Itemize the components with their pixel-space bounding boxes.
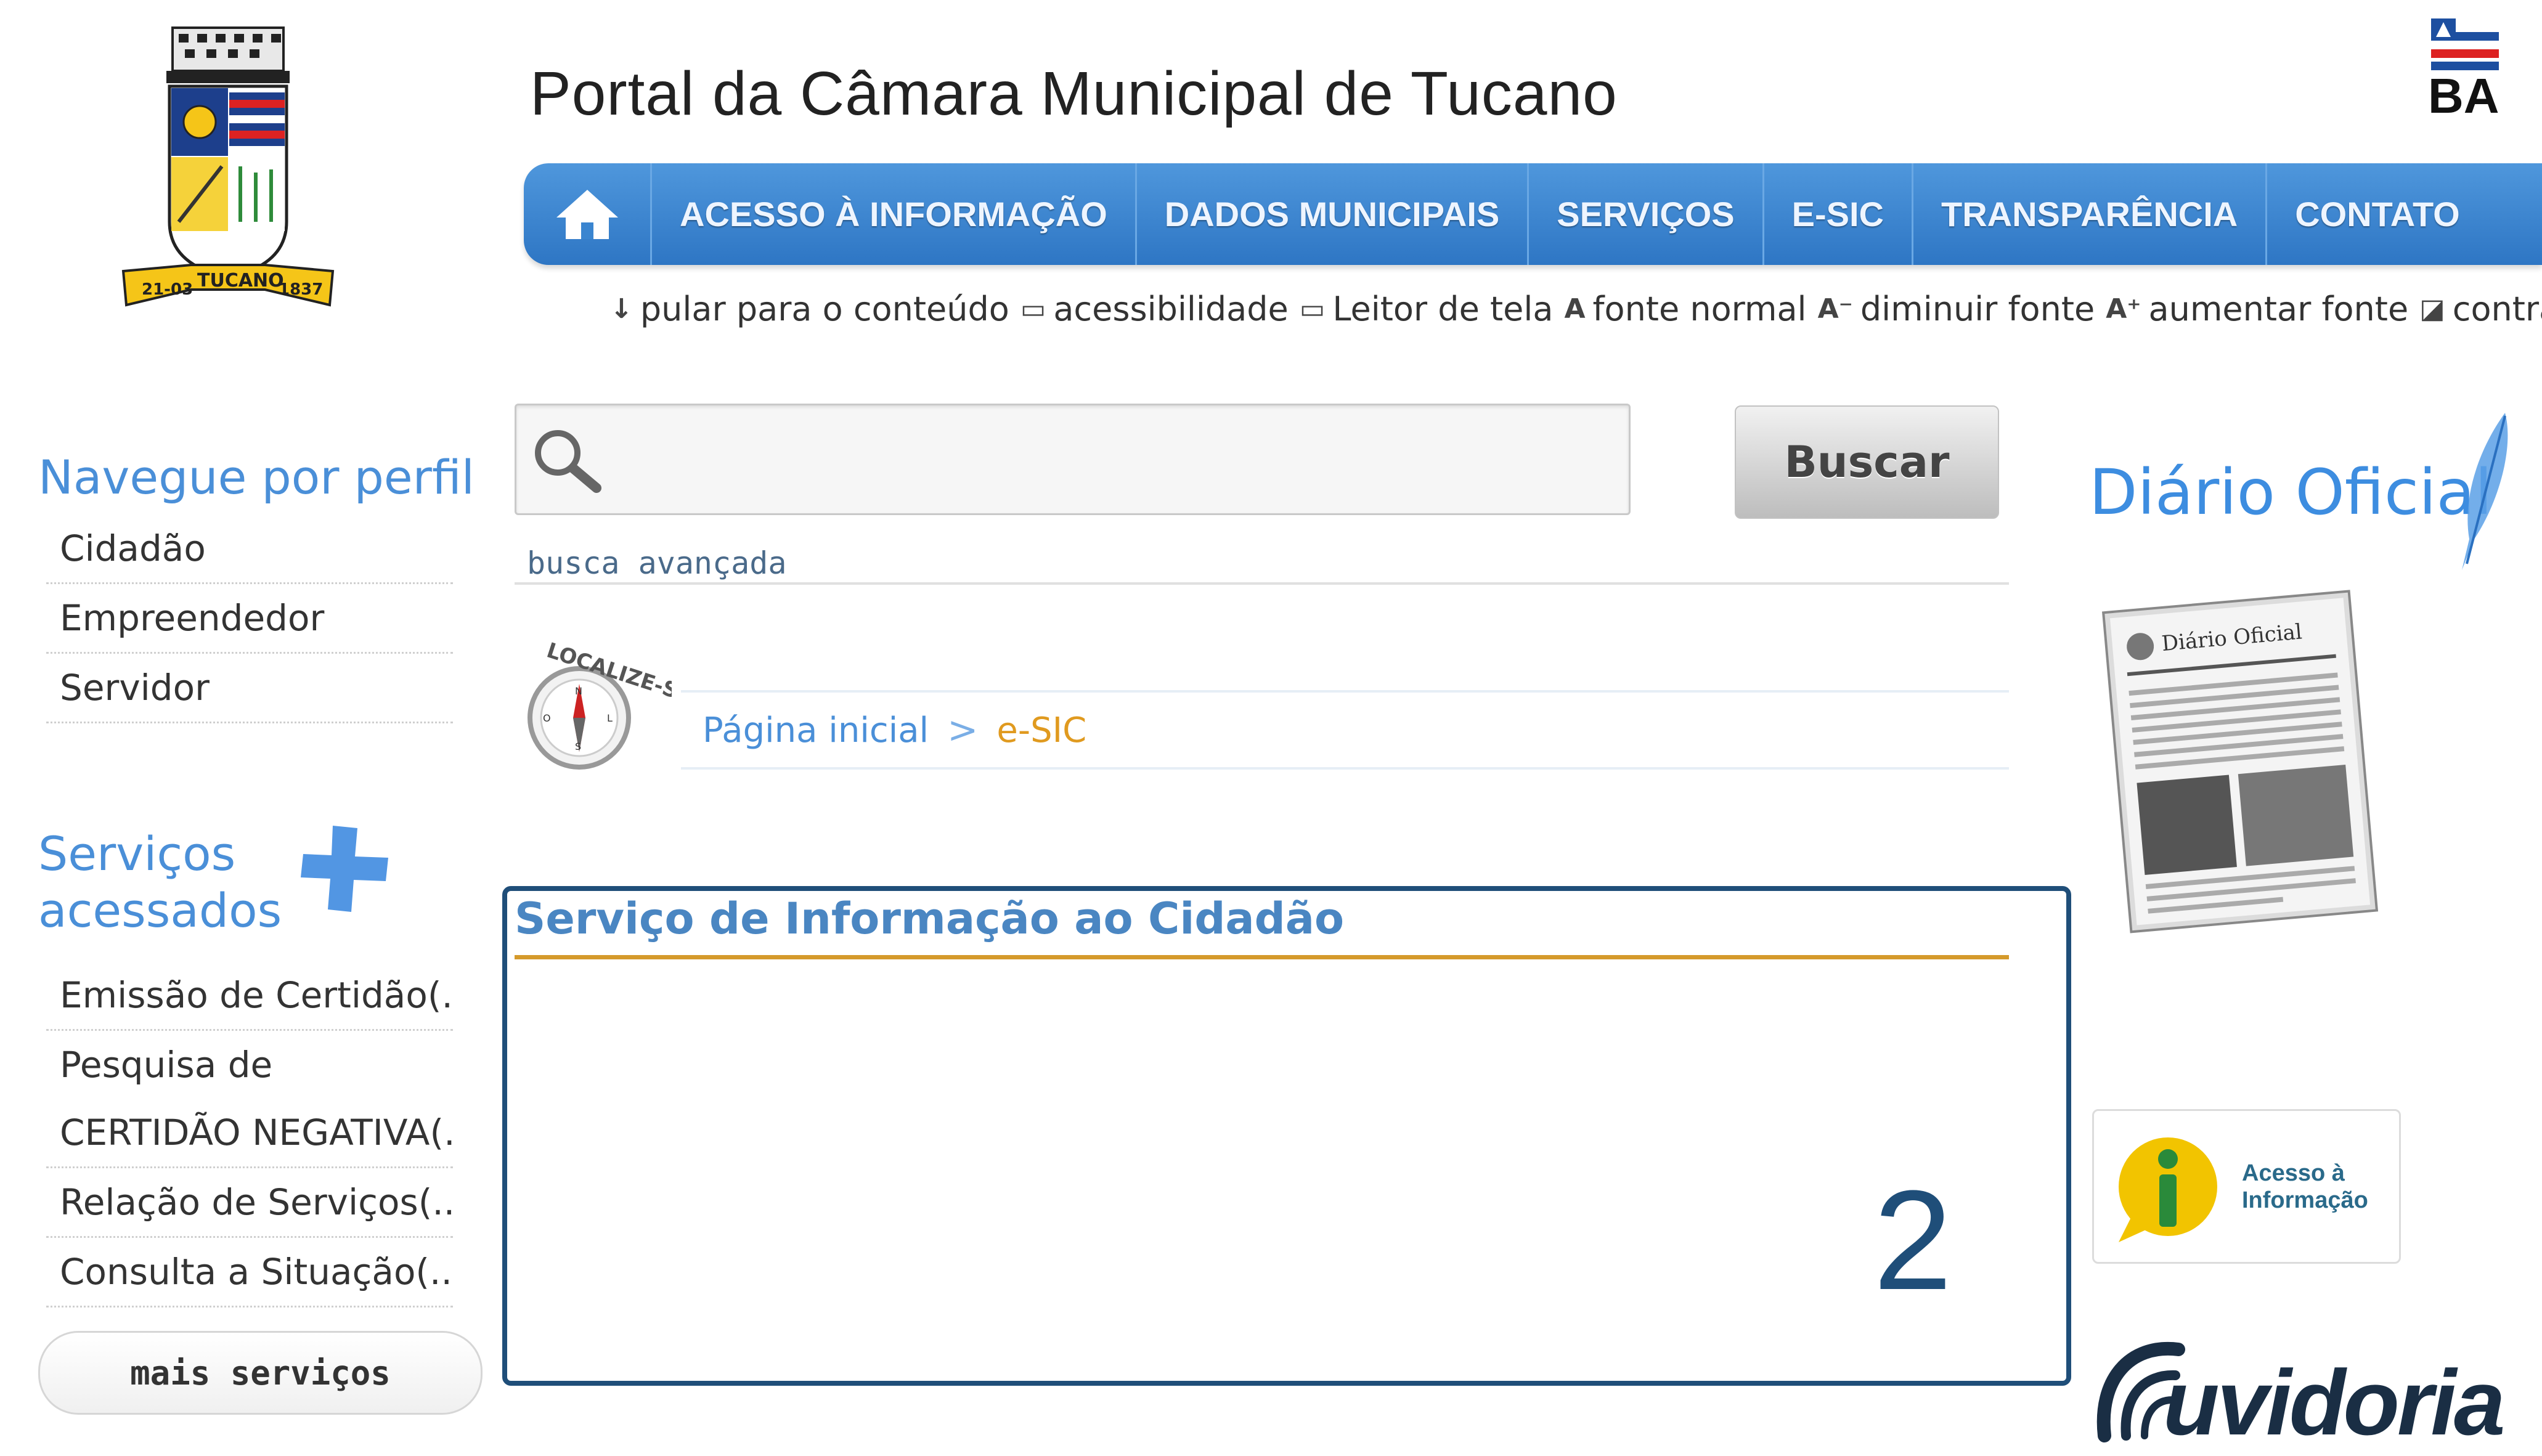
breadcrumb: Página inicial > e-SIC [703, 709, 1086, 752]
nav-home-button[interactable] [524, 163, 652, 265]
title-underline [515, 955, 2009, 959]
services-heading-line2: acessados [38, 883, 282, 938]
advanced-search-link[interactable]: busca avançada [527, 545, 786, 581]
arrow-down-icon: ↓ [610, 293, 633, 325]
service-item[interactable]: Relação de Serviços(...) [46, 1168, 453, 1238]
nav-transparencia[interactable]: TRANSPARÊNCIA [1913, 163, 2268, 265]
nav-acesso-informacao[interactable]: ACESSO À INFORMAÇÃO [652, 163, 1137, 265]
contrast-link[interactable]: ◪ contraste [2419, 290, 2542, 328]
accessibility-label: acessibilidade [1053, 290, 1289, 328]
normal-font-label: fonte normal [1592, 290, 1807, 328]
svg-text:S: S [575, 741, 581, 752]
font-decrease-icon: A⁻ [1817, 293, 1853, 325]
monitor-icon: ▭ [1299, 293, 1326, 325]
skip-to-content-link[interactable]: ↓ pular para o conteúdo [610, 290, 1009, 328]
search-icon [535, 430, 601, 493]
acesso-informacao-text: Acesso à Informação [2242, 1160, 2368, 1214]
font-normal-icon: A [1564, 293, 1586, 325]
services-list: Emissão de Certidão(...) Pesquisa de CER… [46, 961, 453, 1308]
services-heading-line1: Serviços [38, 826, 236, 881]
acesso-informacao-badge[interactable]: Acesso à Informação [2092, 1109, 2401, 1264]
search-input[interactable] [515, 404, 1631, 515]
more-services-button[interactable]: mais serviços [38, 1331, 483, 1415]
breadcrumb-current: e-SIC [996, 710, 1087, 750]
breadcrumb-home-link[interactable]: Página inicial [703, 710, 929, 750]
monitor-icon: ▭ [1020, 293, 1046, 325]
service-item[interactable]: Consulta a Situação(...) [46, 1238, 453, 1308]
normal-font-link[interactable]: A fonte normal [1564, 290, 1806, 328]
profile-item-cidadao[interactable]: Cidadão [46, 514, 453, 584]
page-title: Serviço de Informação ao Cidadão [515, 893, 1345, 944]
profile-list: Cidadão Empreendedor Servidor [46, 514, 453, 723]
search-button[interactable]: Buscar [1735, 405, 1999, 519]
svg-text:N: N [575, 685, 582, 697]
profile-item-empreendedor[interactable]: Empreendedor [46, 584, 453, 654]
nav-dados-municipais[interactable]: DADOS MUNICIPAIS [1137, 163, 1530, 265]
decrease-font-label: diminuir fonte [1860, 290, 2095, 328]
state-badge: BA [2428, 68, 2499, 123]
accessibility-link[interactable]: ▭ acessibilidade [1020, 290, 1289, 328]
increase-font-label: aumentar fonte [2148, 290, 2409, 328]
info-icon [2119, 1137, 2217, 1242]
increase-font-link[interactable]: A⁺ aumentar fonte [2106, 290, 2408, 328]
svg-text:O: O [543, 712, 551, 724]
municipal-coat-of-arms[interactable]: 21-03 TUCANO 1837 [117, 25, 339, 308]
main-nav: ACESSO À INFORMAÇÃO DADOS MUNICIPAIS SER… [524, 163, 2542, 265]
profile-heading: Navegue por perfil [38, 450, 475, 505]
nav-e-sic[interactable]: E-SIC [1764, 163, 1913, 265]
ouvidoria-text: uvidoria [2163, 1351, 2505, 1454]
nav-servicos[interactable]: SERVIÇOS [1529, 163, 1764, 265]
services-heading: Serviços acessados [38, 826, 282, 939]
service-item[interactable]: Emissão de Certidão(...) [46, 961, 453, 1031]
screen-reader-label: Leitor de tela [1332, 290, 1554, 328]
plus-icon [301, 826, 388, 912]
svg-text:L: L [607, 712, 613, 724]
site-title: Portal da Câmara Municipal de Tucano [530, 59, 1618, 128]
annotation-number: 2 [1873, 1161, 1952, 1319]
ribbon-center-text: TUCANO [197, 270, 284, 291]
divider [681, 690, 2009, 693]
contrast-label: contraste [2452, 290, 2542, 328]
service-item[interactable]: CERTIDÃO NEGATIVA(...) [46, 1099, 453, 1168]
screen-reader-link[interactable]: ▭ Leitor de tela [1300, 290, 1554, 328]
nav-contato[interactable]: CONTATO [2267, 163, 2488, 265]
accessibility-bar: ↓ pular para o conteúdo ▭ acessibilidade… [610, 290, 2542, 328]
ribbon-right-text: 1837 [279, 280, 323, 299]
acesso-line2: Informação [2242, 1187, 2368, 1213]
font-increase-icon: A⁺ [2106, 293, 2141, 325]
feather-icon [2462, 413, 2508, 570]
diario-oficial-link[interactable]: Diário Oficial [2089, 456, 2492, 529]
highlight-frame [502, 886, 2071, 1386]
ribbon-left-text: 21-03 [142, 280, 193, 299]
profile-item-servidor[interactable]: Servidor [46, 654, 453, 723]
divider [515, 582, 2009, 585]
newspaper-thumbnail[interactable]: Diário Oficial [2092, 576, 2397, 946]
home-icon [556, 189, 618, 239]
contrast-icon: ◪ [2419, 293, 2445, 325]
bahia-flag-icon [2431, 18, 2499, 71]
compass-icon: N S O L LOCALIZE-SE [528, 638, 672, 770]
chevron-right-icon: > [947, 709, 979, 752]
divider [681, 767, 2009, 770]
service-item[interactable]: Pesquisa de [46, 1031, 453, 1099]
acesso-line1: Acesso à [2242, 1160, 2345, 1186]
skip-label: pular para o conteúdo [640, 290, 1009, 328]
decrease-font-link[interactable]: A⁻ diminuir fonte [1818, 290, 2095, 328]
